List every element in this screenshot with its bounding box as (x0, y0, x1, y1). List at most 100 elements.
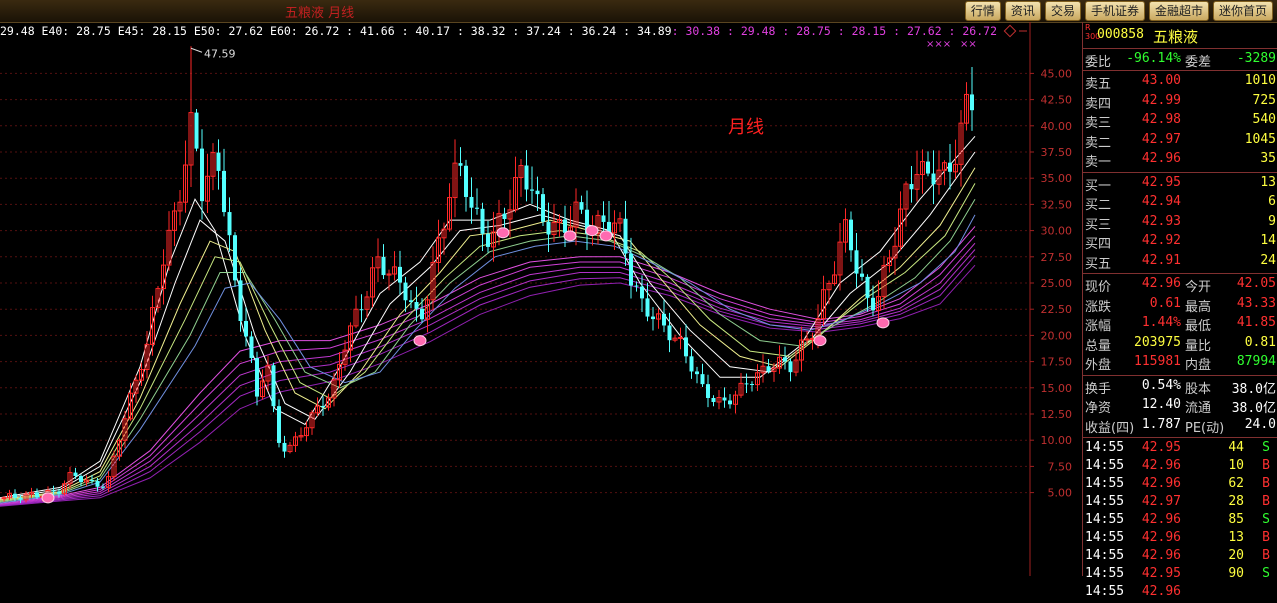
fund-label: 净资 (1085, 401, 1112, 416)
bid-price: 42.93 (1141, 213, 1181, 229)
bid-label: 买五 (1085, 256, 1112, 272)
signal-marker-4 (585, 225, 599, 237)
ask-row-4: 卖一 42.96 35 (1083, 151, 1277, 170)
y-tick-label-12: 35.00 (1041, 172, 1073, 185)
weicha-value: -3289 (1236, 51, 1276, 66)
high-annotation-arrow (190, 47, 203, 53)
stat-row-0: 现价 42.96 今开 42.05 (1083, 276, 1277, 295)
candle-body-125 (689, 356, 694, 372)
ask-label: 卖二 (1085, 135, 1112, 151)
stat-label: 总量 (1085, 338, 1112, 354)
stat-label: 现价 (1085, 280, 1112, 295)
candle-body-172 (948, 162, 952, 172)
candle-body-124 (684, 337, 688, 357)
y-tick-label-10: 30.00 (1041, 225, 1073, 238)
bid-volume: 6 (1268, 194, 1276, 209)
ask-label: 卖四 (1085, 96, 1112, 112)
tick-side: B (1262, 476, 1270, 491)
candle-body-88 (486, 233, 490, 247)
tick-volume: 44 (1228, 440, 1244, 455)
candle-body-85 (469, 196, 474, 208)
candle-body-17 (95, 480, 100, 487)
candle-body-96 (530, 189, 534, 191)
fund-row-2: 收益(四) 1.787 PE(动) 24.0 (1083, 417, 1277, 436)
candle-body-43 (238, 280, 243, 321)
candle-body-36 (200, 148, 204, 202)
fast-ma-line-5 (0, 214, 976, 504)
candle-body-41 (227, 212, 232, 236)
candle-body-143 (788, 361, 793, 373)
top-marks-2: ×× (960, 39, 977, 50)
ask-volume: 35 (1260, 151, 1276, 166)
candle-body-154 (849, 219, 853, 251)
candle-body-156 (860, 273, 864, 277)
weibi-value: -96.14% (1126, 51, 1181, 66)
stat-value: 1.44% (1141, 315, 1181, 330)
toolbar-button-4[interactable]: 金融超市 (1148, 1, 1209, 21)
y-tick-label-8: 25.00 (1041, 277, 1073, 290)
candle-body-139 (766, 366, 771, 372)
bid-label: 买二 (1085, 198, 1112, 213)
signal-marker-7 (876, 317, 890, 329)
candle-body-102 (563, 219, 567, 233)
stat-value: 41.85 (1236, 315, 1276, 330)
candle-body-72 (398, 266, 402, 283)
candle-body-128 (706, 384, 710, 398)
toolbar-button-3[interactable]: 手机证券 (1084, 1, 1145, 21)
fund-value: 0.54% (1141, 377, 1181, 393)
weibi-label: 委比 (1085, 55, 1112, 70)
candle-body-91 (502, 213, 507, 220)
tick-row-4: 14:55 42.96 85 S (1083, 512, 1277, 531)
candlestick-chart[interactable]: 5.00 7.50 10.00 12.50 15.00 17.50 20.00 22.50 25… (0, 0, 1082, 576)
stat-label: 今开 (1185, 280, 1212, 295)
y-tick-label-11: 32.50 (1041, 198, 1073, 211)
bid-row-3: 买四 42.92 14 (1083, 233, 1277, 252)
y-tick-label-15: 42.50 (1041, 94, 1073, 107)
candle-body-39 (216, 152, 221, 171)
candle-body-2 (13, 493, 17, 498)
tick-time: 14:55 (1085, 494, 1125, 509)
bid-row-1: 买二 42.94 6 (1083, 194, 1277, 213)
tick-side: B (1262, 548, 1270, 563)
stock-header: R 300 000858 五粮液 (1083, 23, 1277, 46)
bid-label: 买一 (1085, 178, 1112, 194)
bid-row-2: 买三 42.93 9 (1083, 214, 1277, 233)
stat-value: 43.33 (1236, 295, 1276, 311)
candle-body-44 (244, 320, 248, 337)
tick-volume: 90 (1228, 566, 1244, 581)
candle-body-65 (359, 309, 364, 311)
candle-body-84 (464, 165, 468, 197)
tick-volume: 28 (1228, 494, 1244, 509)
candle-body-132 (728, 400, 732, 405)
ask-volume: 540 (1252, 112, 1276, 127)
fast-ma-line-2 (0, 167, 976, 501)
candle-body-50 (277, 406, 281, 443)
tick-row-6: 14:55 42.96 20 B (1083, 548, 1277, 567)
tick-price: 42.95 (1141, 566, 1181, 581)
ask-row-3: 卖二 42.97 1045 (1083, 132, 1277, 151)
ask-row-0: 卖五 43.00 1010 (1083, 73, 1277, 92)
candle-body-135 (744, 383, 749, 385)
tick-price: 42.96 (1141, 458, 1181, 473)
signal-marker-1 (413, 335, 427, 347)
candle-body-127 (700, 374, 705, 385)
tick-time: 14:55 (1085, 476, 1125, 491)
top-marks-1: ××× (926, 39, 951, 50)
tick-price: 42.97 (1141, 494, 1181, 509)
signal-marker-3 (563, 230, 577, 242)
candle-body-109 (601, 215, 606, 222)
stat-row-2: 涨幅 1.44% 最低 41.85 (1083, 315, 1277, 334)
stat-value: 0.81 (1244, 334, 1276, 350)
toolbar-button-5[interactable]: 迷你首页 (1212, 1, 1273, 21)
tick-time: 14:55 (1085, 512, 1125, 527)
bid-row-0: 买一 42.95 13 (1083, 175, 1277, 194)
candle-body-157 (865, 276, 870, 298)
candle-body-165 (909, 184, 914, 190)
tick-time: 14:55 (1085, 584, 1125, 599)
ask-label: 卖一 (1085, 155, 1112, 170)
fund-label: 股本 (1185, 381, 1212, 397)
fund-label: 收益(四) (1085, 420, 1135, 436)
candle-body-6 (35, 492, 39, 498)
tick-row-0: 14:55 42.95 44 S (1083, 440, 1277, 459)
tick-price: 42.96 (1141, 476, 1181, 491)
